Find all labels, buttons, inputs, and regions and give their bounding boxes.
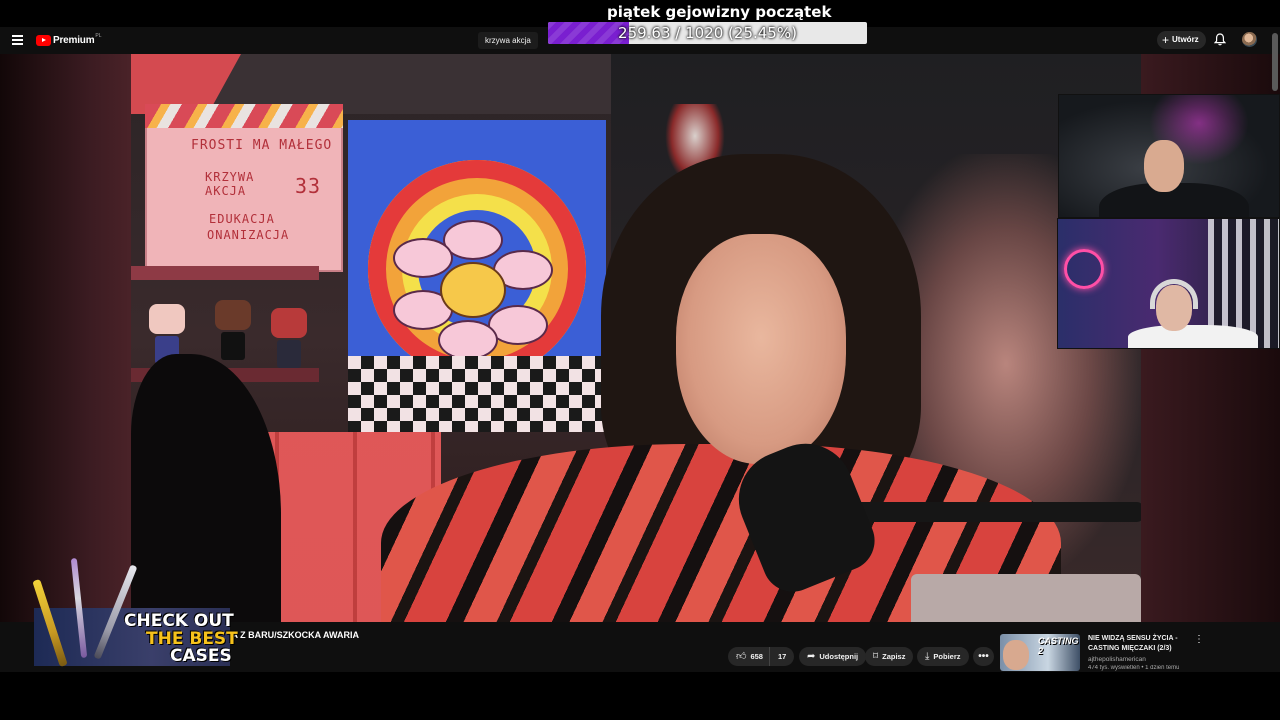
- download-label: Pobierz: [933, 652, 961, 661]
- youtube-premium-logo[interactable]: Premium PL: [36, 32, 102, 47]
- clapperboard-prod: FROSTI MA MAŁEGO: [191, 138, 333, 153]
- facecam-streamer-1: [1058, 94, 1280, 218]
- dislike-count: 17: [777, 652, 787, 661]
- clapperboard-scene: KRZYWA AKCJA: [205, 170, 255, 198]
- checkered-floor: [348, 356, 606, 432]
- bell-icon[interactable]: [1214, 33, 1226, 46]
- plus-icon: +: [1162, 33, 1170, 47]
- create-button-label: Utwórz: [1172, 35, 1199, 44]
- ad-overlay[interactable]: CHECK OUT THE BEST CASES: [32, 557, 238, 672]
- logo-region: PL: [95, 32, 102, 39]
- recommended-video-meta: 474 tys. wyświetleń • 1 dzień temu: [1088, 665, 1180, 671]
- recommended-video-thumbnail[interactable]: CASTING 2: [1000, 634, 1080, 671]
- youtube-play-icon: [36, 35, 51, 46]
- dislike-button[interactable]: 17: [770, 647, 786, 666]
- like-dislike-group: 👍︎ 658 17: [728, 647, 794, 666]
- scrollbar-thumb[interactable]: [1272, 33, 1278, 91]
- shelf: [131, 266, 319, 280]
- share-icon: ➦: [807, 651, 816, 662]
- create-button[interactable]: + Utwórz: [1157, 31, 1206, 49]
- account-avatar[interactable]: [1242, 32, 1257, 47]
- thumbnail-label: CASTING 2: [1038, 636, 1079, 656]
- video-frame: FROSTI MA MAŁEGO KRZYWA AKCJA 33 EDUKACJ…: [131, 54, 1141, 622]
- goal-progress-bar: 259.63 / 1020 (25.45%): [548, 22, 867, 44]
- goal-title: piątek gejowizny początek: [607, 3, 832, 21]
- more-horizontal-icon: •••: [978, 651, 989, 662]
- like-count: 658: [750, 652, 763, 661]
- search-query-chip[interactable]: krzywa akcja: [478, 32, 538, 49]
- save-button[interactable]: ⌑ Zapisz: [865, 647, 914, 666]
- flower-shape: [393, 220, 553, 360]
- logo-text: Premium: [53, 35, 95, 46]
- video-title: IA Z BARU/SZKOCKA AWARIA: [229, 630, 359, 640]
- ad-line-1: CHECK OUT: [124, 611, 234, 631]
- more-actions-button[interactable]: •••: [973, 647, 994, 666]
- flower-painting: [348, 120, 606, 432]
- video-letterbox-left: [0, 54, 131, 622]
- recommended-video-title[interactable]: NIE WIDZĄ SENSU ŻYCIA - CASTING MIĘCZAKI…: [1088, 634, 1193, 654]
- download-button[interactable]: ⤓ Pobierz: [917, 647, 969, 666]
- clapperboard: FROSTI MA MAŁEGO KRZYWA AKCJA 33 EDUKACJ…: [145, 106, 343, 272]
- clapperboard-director: EDUKACJA: [209, 212, 275, 226]
- neon-sign: [1064, 249, 1104, 289]
- goal-progress-text: 259.63 / 1020 (25.45%): [618, 24, 797, 42]
- save-label: Zapisz: [882, 652, 906, 661]
- like-button[interactable]: 👍︎ 658: [728, 647, 770, 666]
- clapperboard-stripes: [145, 104, 343, 128]
- recommended-video-channel[interactable]: ajthepolishamerican: [1088, 656, 1146, 663]
- facecam-streamer-2: [1057, 218, 1280, 349]
- share-button[interactable]: ➦ Udostępnij: [799, 647, 867, 666]
- headset: [1150, 279, 1198, 309]
- flower-face: [440, 262, 506, 318]
- figure-toy: [271, 308, 307, 368]
- figure-toy: [215, 300, 251, 360]
- share-label: Udostępnij: [819, 652, 859, 661]
- ad-line-3: CASES: [170, 646, 232, 666]
- microphone-arm: [851, 502, 1141, 522]
- thumbs-up-icon: 👍︎: [736, 651, 747, 662]
- hamburger-menu-icon[interactable]: [12, 35, 23, 45]
- clapperboard-camera: ONANIZACJA: [207, 228, 290, 242]
- laptop: [911, 574, 1141, 622]
- clapperboard-take: 33: [295, 174, 322, 198]
- download-icon: ⤓: [925, 651, 930, 662]
- person-face: [676, 234, 846, 464]
- more-vertical-icon[interactable]: ⋮: [1194, 634, 1204, 645]
- bookmark-icon: ⌑: [873, 651, 879, 662]
- screen: FROSTI MA MAŁEGO KRZYWA AKCJA 33 EDUKACJ…: [0, 0, 1280, 720]
